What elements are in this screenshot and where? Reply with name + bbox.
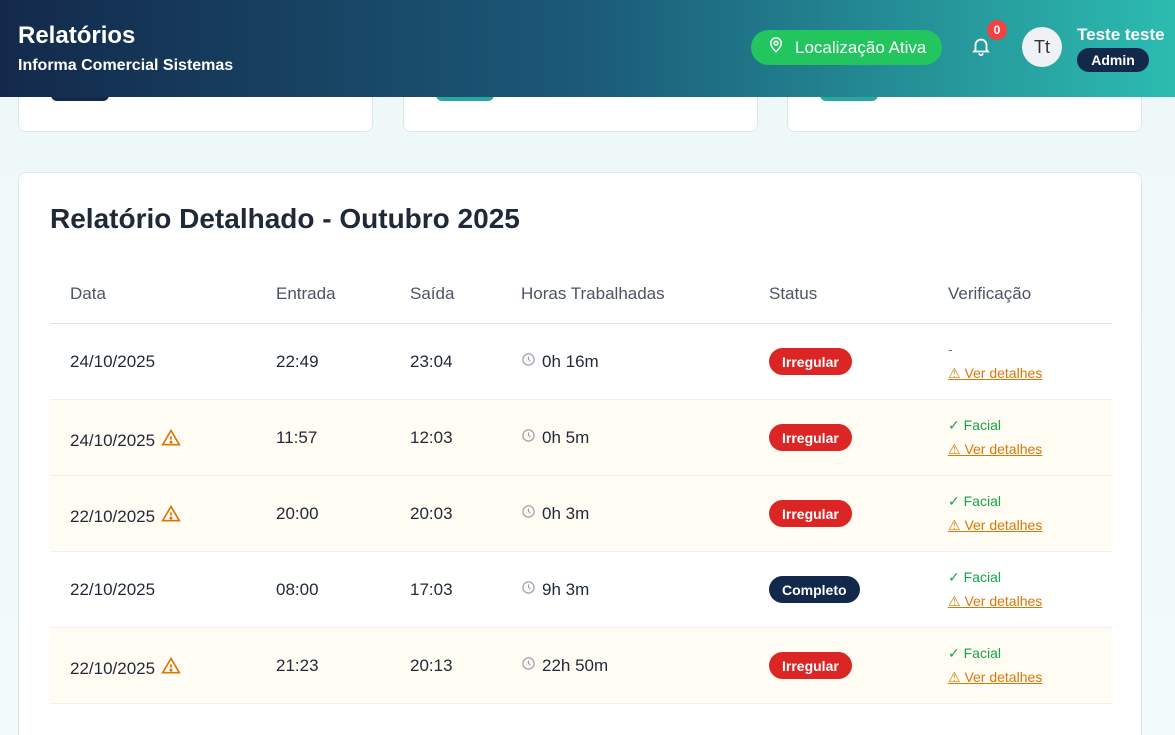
- date-cell: 22/10/2025: [70, 580, 155, 600]
- column-header-hours: Horas Trabalhadas: [521, 284, 665, 303]
- warning-icon: [161, 656, 181, 681]
- entry-time: 11:57: [276, 428, 318, 447]
- exit-time: 23:04: [410, 352, 453, 371]
- date-cell: 22/10/2025: [70, 656, 181, 681]
- table-row: 22/10/2025 08:00 17:03 9h 3m Completo ✓ …: [50, 552, 1112, 628]
- bell-icon: [970, 38, 992, 61]
- view-details-link[interactable]: ⚠ Ver detalhes: [948, 441, 1042, 458]
- status-badge: Irregular: [769, 348, 852, 375]
- app-header: Relatórios Informa Comercial Sistemas Lo…: [0, 0, 1175, 97]
- hours-cell: 9h 3m: [521, 580, 589, 600]
- exit-time: 20:03: [410, 504, 453, 523]
- hours-cell: 0h 5m: [521, 428, 589, 448]
- warning-icon: [161, 428, 181, 453]
- hours-text: 0h 3m: [542, 504, 590, 523]
- hours-text: 0h 16m: [542, 352, 599, 371]
- column-header-status: Status: [769, 284, 818, 303]
- location-status-button[interactable]: Localização Ativa: [751, 30, 942, 65]
- report-title: Relatório Detalhado - Outubro 2025: [50, 203, 520, 234]
- map-pin-icon: [767, 36, 785, 59]
- column-header-verification: Verificação: [948, 284, 1032, 303]
- entry-time: 20:00: [276, 504, 319, 523]
- exit-time: 12:03: [410, 428, 453, 447]
- verification-method: ✓ Facial: [948, 493, 1001, 509]
- verification-method: ✓ Facial: [948, 569, 1001, 585]
- page-title: Relatórios: [18, 22, 136, 49]
- location-label: Localização Ativa: [795, 37, 927, 57]
- user-name: Teste teste: [1077, 25, 1165, 44]
- warning-icon: [161, 504, 181, 529]
- detailed-report-card: Relatório Detalhado - Outubro 2025 Data …: [18, 172, 1142, 735]
- verification-cell: ✓ Facial ⚠ Ver detalhes: [948, 417, 1042, 458]
- report-table: Data Entrada Saída Horas Trabalhadas Sta…: [50, 266, 1112, 704]
- company-name: Informa Comercial Sistemas: [18, 57, 234, 74]
- hours-text: 0h 5m: [542, 428, 590, 447]
- status-badge: Completo: [769, 576, 860, 603]
- notification-count-badge: 0: [987, 20, 1007, 40]
- date-text: 24/10/2025: [70, 352, 156, 371]
- clock-icon: [521, 352, 536, 372]
- view-details-link[interactable]: ⚠ Ver detalhes: [948, 365, 1042, 382]
- table-row: 22/10/2025 21:23 20:13 22h 50m Irregular…: [50, 628, 1112, 704]
- date-text: 22/10/2025: [70, 580, 156, 599]
- column-header-entry: Entrada: [276, 284, 336, 303]
- clock-icon: [521, 580, 536, 600]
- notifications-button[interactable]: [970, 35, 994, 59]
- view-details-link[interactable]: ⚠ Ver detalhes: [948, 669, 1042, 686]
- entry-time: 21:23: [276, 656, 319, 675]
- clock-icon: [521, 428, 536, 448]
- hours-cell: 0h 16m: [521, 352, 599, 372]
- hours-cell: 0h 3m: [521, 504, 589, 524]
- view-details-link[interactable]: ⚠ Ver detalhes: [948, 593, 1042, 610]
- status-badge: Irregular: [769, 424, 852, 451]
- verification-cell: - ⚠ Ver detalhes: [948, 341, 1042, 382]
- date-text: 22/10/2025: [70, 658, 156, 678]
- table-header: Data Entrada Saída Horas Trabalhadas Sta…: [50, 266, 1112, 324]
- clock-icon: [521, 504, 536, 524]
- view-details-link[interactable]: ⚠ Ver detalhes: [948, 517, 1042, 534]
- verification-method: -: [948, 341, 953, 357]
- date-cell: 22/10/2025: [70, 504, 181, 529]
- date-cell: 24/10/2025: [70, 428, 181, 453]
- table-row: 22/10/2025 20:00 20:03 0h 3m Irregular ✓…: [50, 476, 1112, 552]
- verification-method: ✓ Facial: [948, 417, 1001, 433]
- hours-text: 22h 50m: [542, 656, 609, 675]
- avatar[interactable]: Tt: [1022, 27, 1062, 67]
- clock-icon: [521, 656, 536, 676]
- status-badge: Irregular: [769, 500, 852, 527]
- user-role-badge: Admin: [1077, 48, 1149, 72]
- table-row: 24/10/2025 22:49 23:04 0h 16m Irregular …: [50, 324, 1112, 400]
- entry-time: 08:00: [276, 580, 319, 599]
- exit-time: 20:13: [410, 656, 453, 675]
- exit-time: 17:03: [410, 580, 453, 599]
- status-badge: Irregular: [769, 652, 852, 679]
- table-row: 24/10/2025 11:57 12:03 0h 5m Irregular ✓…: [50, 400, 1112, 476]
- hours-cell: 22h 50m: [521, 656, 608, 676]
- hours-text: 9h 3m: [542, 580, 590, 599]
- date-text: 22/10/2025: [70, 506, 156, 526]
- verification-method: ✓ Facial: [948, 645, 1001, 661]
- date-cell: 24/10/2025: [70, 352, 155, 372]
- verification-cell: ✓ Facial ⚠ Ver detalhes: [948, 569, 1042, 610]
- column-header-date: Data: [70, 284, 106, 303]
- verification-cell: ✓ Facial ⚠ Ver detalhes: [948, 645, 1042, 686]
- column-header-exit: Saída: [410, 284, 455, 303]
- date-text: 24/10/2025: [70, 430, 156, 450]
- entry-time: 22:49: [276, 352, 319, 371]
- verification-cell: ✓ Facial ⚠ Ver detalhes: [948, 493, 1042, 534]
